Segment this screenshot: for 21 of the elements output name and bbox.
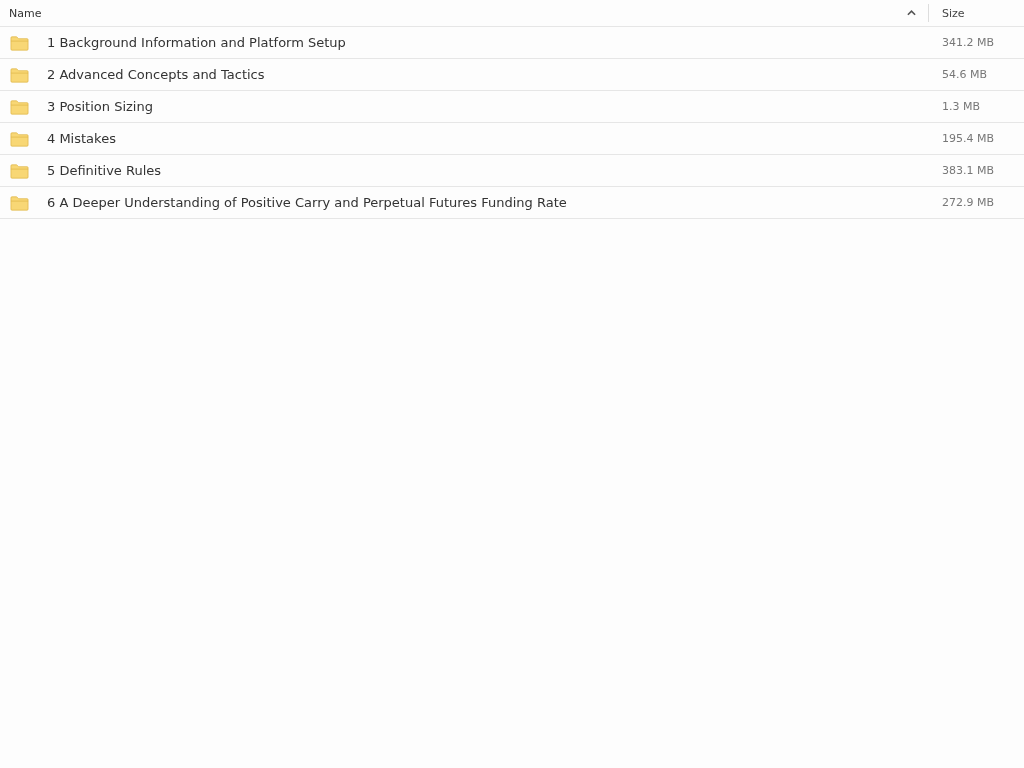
folder-name[interactable]: 2 Advanced Concepts and Tactics <box>47 67 265 82</box>
file-size: 54.6 MB <box>942 68 988 81</box>
file-size: 341.2 MB <box>942 36 995 49</box>
folder-icon <box>10 66 29 83</box>
folder-icon <box>10 130 29 147</box>
chevron-up-icon[interactable] <box>907 10 916 16</box>
file-size: 383.1 MB <box>942 164 995 177</box>
file-size: 272.9 MB <box>942 196 995 209</box>
folder-icon <box>10 34 29 51</box>
folder-name[interactable]: 3 Position Sizing <box>47 99 153 114</box>
folder-name[interactable]: 5 Definitive Rules <box>47 163 162 178</box>
column-header[interactable]: Name <box>9 6 42 20</box>
folder-icon <box>10 194 29 211</box>
folder-name[interactable]: 1 Background Information and Platform Setup <box>47 35 346 50</box>
folder-name[interactable]: 4 Mistakes <box>47 131 116 146</box>
folder-icon <box>10 98 29 115</box>
file-size: 1.3 MB <box>942 100 981 113</box>
folder-name[interactable]: 6 A Deeper Understanding of Positive Carry and Perpetual Futures Funding Rate <box>47 195 567 210</box>
folder-icon <box>10 162 29 179</box>
file-size: 195.4 MB <box>942 132 995 145</box>
column-header[interactable]: Size <box>942 6 965 20</box>
